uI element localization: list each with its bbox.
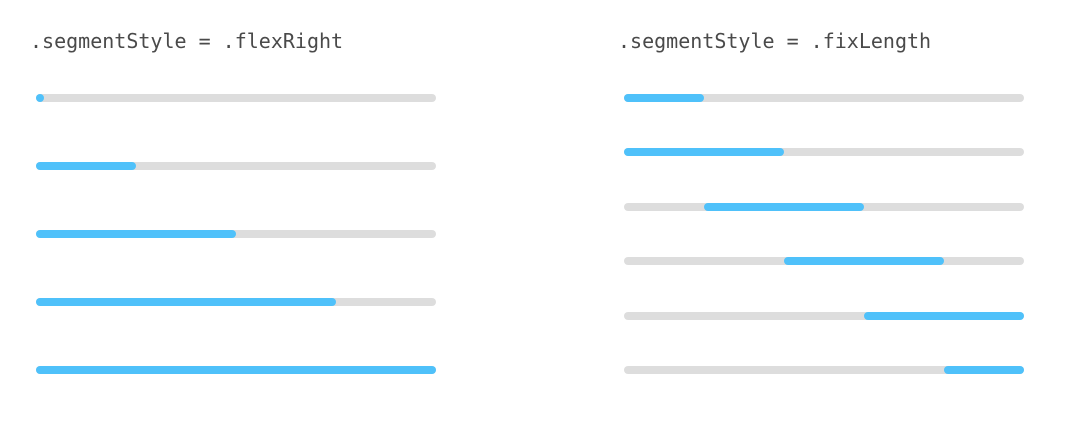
progress-segment: [36, 230, 236, 238]
progress-track: [36, 162, 436, 170]
progress-track: [624, 366, 1024, 374]
progress-segment: [36, 162, 136, 170]
flex-right-title: .segmentStyle = .flexRight: [30, 29, 344, 53]
progress-track: [624, 148, 1024, 156]
progress-segment: [36, 366, 436, 374]
progress-segment: [36, 298, 336, 306]
progress-segment: [624, 148, 784, 156]
progress-segment: [784, 257, 944, 265]
progress-track: [624, 94, 1024, 102]
progress-track: [36, 230, 436, 238]
progress-track: [624, 203, 1024, 211]
progress-segment: [864, 312, 1024, 320]
progress-segment: [36, 94, 44, 102]
progress-track: [36, 366, 436, 374]
progress-track: [36, 94, 436, 102]
progress-segment: [624, 94, 704, 102]
progress-track: [624, 312, 1024, 320]
fix-length-title: .segmentStyle = .fixLength: [618, 29, 932, 53]
progress-segment: [944, 366, 1024, 374]
progress-track: [624, 257, 1024, 265]
progress-segment: [704, 203, 864, 211]
progress-track: [36, 298, 436, 306]
